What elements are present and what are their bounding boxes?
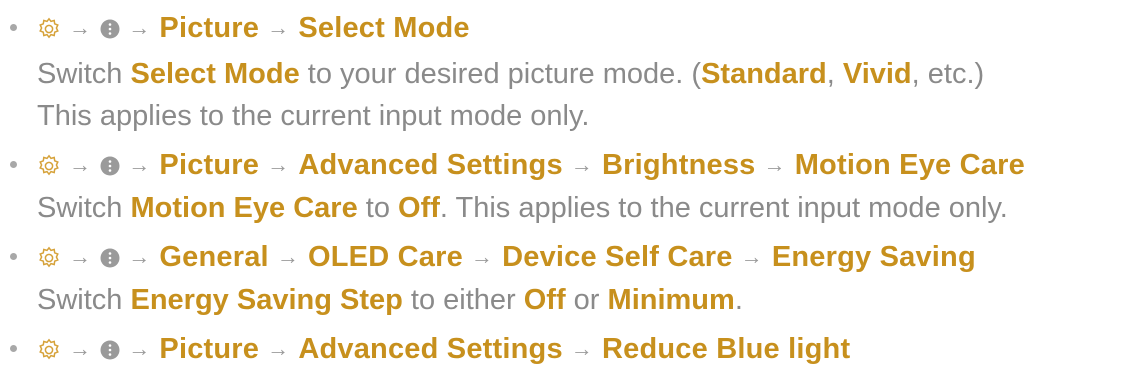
arrow-right-icon: → [570,336,593,361]
path-step: Picture [159,148,260,181]
path-step: Reduce Blue light [602,332,851,365]
arrow-right-icon: → [128,336,151,361]
desc-highlight: Minimum [607,284,735,316]
arrow-right-icon: → [570,152,593,177]
menu-path: → → Picture → Select Mode [37,6,470,50]
menu-path: → → Picture → Advanced Settings → Bright… [37,143,1025,187]
path-step: Select Mode [298,11,470,44]
desc-text: , etc.) [911,58,985,90]
bullet [10,161,17,168]
desc-text: Switch [37,58,131,90]
arrow-right-icon: → [128,15,151,40]
path-step: General [159,240,269,273]
more-menu-icon [100,19,120,38]
settings-gear-icon [39,338,59,359]
settings-gear-icon [39,17,59,38]
bullet [10,24,17,31]
desc-text: to [357,192,399,224]
desc-highlight: Select Mode [130,58,300,90]
menu-path: → → General → OLED Care → Device Self Ca… [37,235,976,279]
desc-text: or [565,284,608,316]
desc-highlight: Motion Eye Care [130,192,358,224]
arrow-right-icon: → [276,244,300,269]
desc-highlight: Vivid [842,58,912,90]
arrow-right-icon: → [69,152,92,177]
arrow-right-icon: → [267,15,290,40]
desc-highlight: Energy Saving Step [130,284,403,316]
bullet [10,253,17,260]
path-step: Picture [159,11,260,44]
desc-text: . This applies to the current input mode… [439,192,1008,224]
settings-gear-icon [39,246,59,267]
arrow-right-icon: → [740,244,763,269]
arrow-right-icon: → [128,152,151,177]
settings-gear-icon [39,154,59,175]
desc-text: Switch [37,192,131,224]
more-menu-icon [100,156,120,175]
path-step: Brightness [602,148,756,181]
menu-path: → → Picture → Advanced Settings → Reduce… [37,327,850,371]
arrow-right-icon: → [69,244,92,269]
path-step: Energy Saving [771,240,976,273]
arrow-right-icon: → [763,152,786,177]
more-menu-icon [100,340,120,359]
path-step: Device Self Care [502,240,733,273]
desc-highlight: Standard [701,58,827,90]
desc-text: , [826,58,843,90]
desc-text: to either [402,284,524,316]
description-line: Switch Select Mode to your desired pictu… [37,53,984,95]
desc-text: Switch [37,284,131,316]
description-line: This applies to the current input mode o… [37,100,590,132]
arrow-right-icon: → [267,152,290,177]
more-menu-icon [100,248,120,267]
desc-text: to your desired picture mode. ( [299,58,702,90]
desc-highlight: Off [523,284,566,316]
description-line: Switch Motion Eye Care to Off. This appl… [37,187,1008,229]
arrow-right-icon: → [69,15,92,40]
path-step: Picture [159,332,260,365]
arrow-right-icon: → [470,244,494,269]
path-step: Motion Eye Care [794,148,1025,181]
path-step: OLED Care [308,240,463,273]
desc-text: . [734,284,743,316]
path-step: Advanced Settings [298,148,563,181]
description-line: Switch Energy Saving Step to either Off … [37,279,743,321]
arrow-right-icon: → [128,244,151,269]
path-step: Advanced Settings [298,332,563,365]
desc-highlight: Off [398,192,440,224]
arrow-right-icon: → [69,336,92,361]
arrow-right-icon: → [267,336,290,361]
bullet [10,345,17,352]
